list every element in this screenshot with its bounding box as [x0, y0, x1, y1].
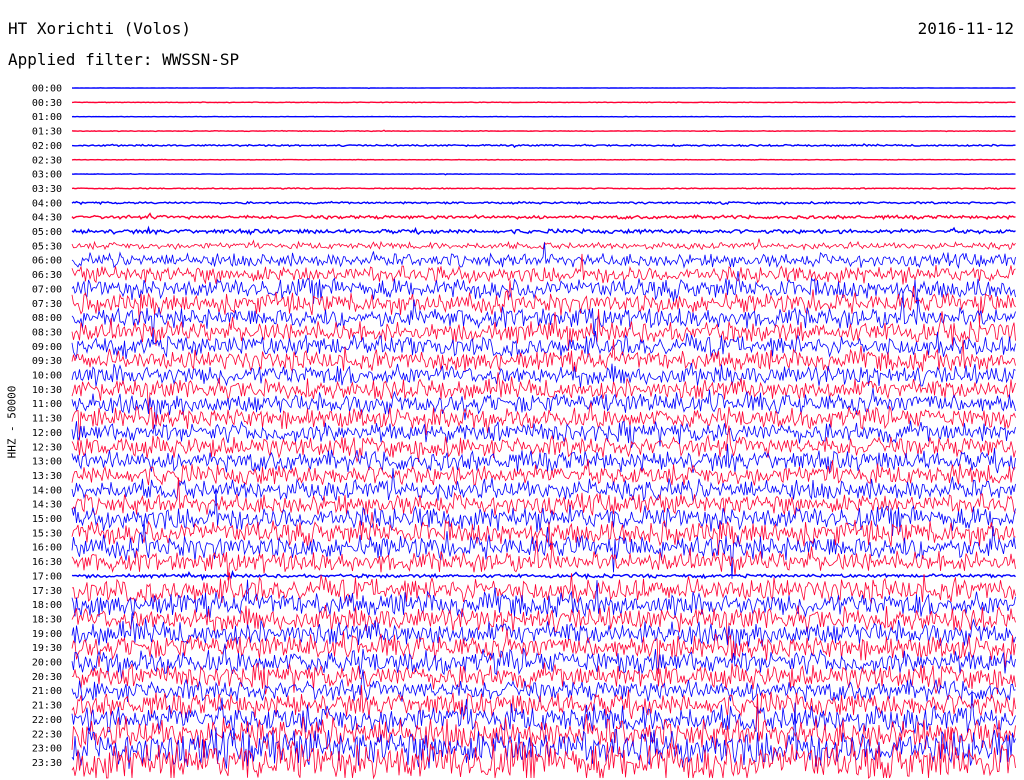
time-tick-label: 17:00: [32, 571, 62, 582]
time-tick-label: 18:30: [32, 614, 62, 625]
trace-line: [71, 489, 1016, 537]
time-tick-label: 02:30: [32, 155, 62, 166]
time-tick-label: 04:30: [32, 213, 62, 224]
time-tick-label: 05:30: [32, 241, 62, 252]
trace-line: [71, 459, 1016, 486]
trace-line: [71, 330, 1016, 360]
time-tick-label: 14:00: [32, 485, 62, 496]
time-tick-label: 08:00: [32, 313, 62, 324]
time-tick-label: 13:00: [32, 457, 62, 468]
trace-line: [71, 129, 1016, 133]
time-tick-label: 05:00: [32, 227, 62, 238]
time-tick-label: 10:00: [32, 371, 62, 382]
trace-line: [71, 212, 1016, 221]
time-tick-label: 01:30: [32, 127, 62, 138]
time-tick-label: 13:30: [32, 471, 62, 482]
trace-line: [71, 172, 1016, 176]
trace-line: [71, 372, 1016, 411]
time-tick-label: 21:30: [32, 701, 62, 712]
trace-line: [71, 569, 1016, 581]
time-tick-label: 09:00: [32, 342, 62, 353]
trace-line: [71, 537, 1016, 581]
time-tick-label: 08:30: [32, 327, 62, 338]
trace-line: [71, 225, 1016, 236]
trace-line: [71, 158, 1016, 162]
time-tick-label: 17:30: [32, 586, 62, 597]
seismogram-plot: 00:00 00:30 01:00 01:30 02:00 02:30 03:00 03:30…: [32, 84, 1016, 780]
time-tick-label: 07:00: [32, 284, 62, 295]
time-tick-label: 01:00: [32, 112, 62, 123]
time-tick-label: 10:30: [32, 385, 62, 396]
time-tick-label: 07:30: [32, 299, 62, 310]
time-tick-label: 20:00: [32, 658, 62, 669]
time-tick-label: 11:00: [32, 399, 62, 410]
time-tick-label: 06:30: [32, 270, 62, 281]
trace-line: [71, 200, 1016, 206]
trace-line: [71, 339, 1016, 374]
time-tick-label: 11:30: [32, 414, 62, 425]
time-tick-label: 19:00: [32, 629, 62, 640]
trace-line: [71, 308, 1016, 351]
time-tick-label: 16:00: [32, 543, 62, 554]
time-tick-label: 18:00: [32, 600, 62, 611]
trace-line: [71, 643, 1016, 680]
time-tick-label: 00:30: [32, 98, 62, 109]
trace-line: [71, 115, 1016, 118]
trace-line: [71, 187, 1016, 190]
time-tick-label: 15:00: [32, 514, 62, 525]
time-tick-label: 12:30: [32, 442, 62, 453]
time-tick-label: 03:30: [32, 184, 62, 195]
trace-line: [71, 87, 1016, 90]
time-tick-label: 23:30: [32, 758, 62, 769]
time-tick-label: 12:00: [32, 428, 62, 439]
time-tick-label: 15:30: [32, 528, 62, 539]
time-tick-label: 14:30: [32, 500, 62, 511]
trace-line: [71, 477, 1016, 516]
time-tick-label: 21:00: [32, 686, 62, 697]
time-tick-label: 20:30: [32, 672, 62, 683]
time-tick-label: 03:00: [32, 170, 62, 181]
time-tick-label: 22:30: [32, 729, 62, 740]
time-tick-label: 04:00: [32, 198, 62, 209]
time-tick-label: 16:30: [32, 557, 62, 568]
trace-line: [71, 101, 1016, 104]
time-tick-label: 06:00: [32, 256, 62, 267]
time-tick-label: 00:00: [32, 84, 62, 95]
time-tick-label: 23:00: [32, 744, 62, 755]
trace-line: [71, 520, 1016, 579]
time-tick-label: 02:00: [32, 141, 62, 152]
time-tick-label: 09:30: [32, 356, 62, 367]
trace-line: [71, 143, 1016, 149]
time-tick-label: 22:00: [32, 715, 62, 726]
time-tick-label: 19:30: [32, 643, 62, 654]
